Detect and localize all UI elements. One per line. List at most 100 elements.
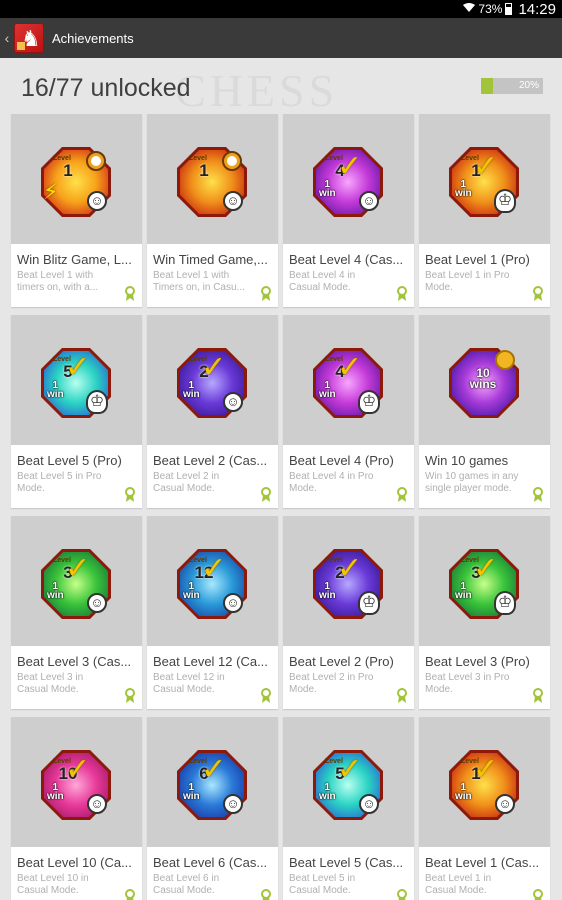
badge-win-label: 1 win	[183, 581, 200, 601]
achievement-card[interactable]: Level 12 ✓ 1 win ☺ Beat Level 12 (Ca... Beat L…	[147, 516, 278, 709]
achievement-card[interactable]: Level 6 ✓ 1 win ☺ Beat Level 6 (Cas... Beat Le…	[147, 717, 278, 900]
badge-win-label: 1 win	[47, 380, 64, 400]
award-ribbon-icon	[260, 487, 272, 503]
checkmark-icon: ✓	[337, 753, 363, 786]
progress-percent: 20%	[518, 80, 539, 91]
checkmark-icon: ✓	[65, 552, 91, 585]
checkmark-icon: ✓	[201, 753, 227, 786]
achievement-badge-icon: Level 1 ✓ 1 win ☺	[449, 750, 519, 820]
achievement-description: Beat Level 1 in Casual Mode.	[425, 873, 492, 896]
achievement-card[interactable]: Level 1 ☺ Win Timed Game,... Beat Level 1 wi…	[147, 114, 278, 307]
checkmark-icon: ✓	[473, 150, 499, 183]
achievement-description: Beat Level 2 in Casual Mode.	[153, 471, 220, 494]
checkmark-icon: ✓	[337, 150, 363, 183]
award-ribbon-icon	[260, 286, 272, 302]
checkmark-icon: ✓	[337, 552, 363, 585]
achievement-card[interactable]: 10 wins Win 10 games Win 10 games in any s…	[419, 315, 550, 508]
achievement-description: Beat Level 4 in Pro Mode.	[289, 471, 374, 494]
pro-face-icon: ♔	[494, 591, 516, 615]
award-ribbon-icon	[396, 487, 408, 503]
achievement-card[interactable]: Level 2 ✓ 1 win ♔ Beat Level 2 (Pro) Beat Leve…	[283, 516, 414, 709]
stopwatch-icon	[86, 151, 106, 171]
award-ribbon-icon	[396, 889, 408, 900]
achievement-description: Beat Level 12 in Casual Mode.	[153, 672, 225, 695]
background-watermark: CHESS	[175, 65, 339, 113]
achievement-card[interactable]: Level 4 ✓ 1 win ♔ Beat Level 4 (Pro) Beat Leve…	[283, 315, 414, 508]
achievement-title: Beat Level 1 (Cas...	[425, 855, 540, 870]
achievement-card[interactable]: Level 1 ✓ 1 win ☺ Beat Level 1 (Cas... Beat Le…	[419, 717, 550, 900]
status-icons: 73% 14:29	[463, 0, 556, 18]
badge-win-label: 1 win	[183, 782, 200, 802]
achievement-image: Level 5 ✓ 1 win ♔	[11, 315, 142, 445]
smiley-icon: ☺	[359, 794, 379, 814]
checkmark-icon: ✓	[201, 351, 227, 384]
achievement-badge-icon: Level 2 ✓ 1 win ♔	[313, 549, 383, 619]
app-logo-icon[interactable]: ♞	[14, 23, 44, 53]
pro-face-icon: ♔	[358, 390, 380, 414]
achievement-card[interactable]: Level 2 ✓ 1 win ☺ Beat Level 2 (Cas... Beat Le…	[147, 315, 278, 508]
achievement-card[interactable]: Level 5 ✓ 1 win ♔ Beat Level 5 (Pro) Beat Leve…	[11, 315, 142, 508]
smiley-icon: ☺	[87, 593, 107, 613]
checkmark-icon: ✓	[473, 753, 499, 786]
smiley-icon: ☺	[87, 191, 107, 211]
smiley-icon: ☺	[223, 392, 243, 412]
award-ribbon-icon	[396, 286, 408, 302]
achievement-title: Beat Level 2 (Pro)	[289, 654, 394, 669]
achievement-card[interactable]: Level 5 ✓ 1 win ☺ Beat Level 5 (Cas... Beat Le…	[283, 717, 414, 900]
unlock-progress-bar: 20%	[481, 78, 543, 94]
achievement-badge-icon: Level 6 ✓ 1 win ☺	[177, 750, 247, 820]
achievement-card[interactable]: Level 1 ✓ 1 win ♔ Beat Level 1 (Pro) Beat Leve…	[419, 114, 550, 307]
badge-win-label: 1 win	[319, 179, 336, 199]
action-bar: ‹ ♞ Achievements	[0, 18, 562, 58]
achievement-card[interactable]: Level 3 ✓ 1 win ♔ Beat Level 3 (Pro) Beat Leve…	[419, 516, 550, 709]
award-ribbon-icon	[396, 688, 408, 704]
achievement-title: Beat Level 3 (Pro)	[425, 654, 530, 669]
achievement-title: Beat Level 5 (Pro)	[17, 453, 122, 468]
pro-face-icon: ♔	[494, 189, 516, 213]
achievement-title: Beat Level 6 (Cas...	[153, 855, 268, 870]
battery-percent: 73%	[478, 2, 503, 16]
achievement-badge-icon: Level 3 ✓ 1 win ☺	[41, 549, 111, 619]
award-ribbon-icon	[124, 286, 136, 302]
back-arrow-icon[interactable]: ‹	[0, 30, 14, 46]
achievement-badge-icon: 10 wins	[449, 348, 519, 418]
pro-face-icon: ♔	[358, 591, 380, 615]
badge-win-label: 1 win	[319, 782, 336, 802]
achievement-image: Level 10 ✓ 1 win ☺	[11, 717, 142, 847]
badge-win-label: 1 win	[47, 782, 64, 802]
badge-win-label: 1 win	[319, 581, 336, 601]
achievement-description: Beat Level 6 in Casual Mode.	[153, 873, 220, 896]
achievement-title: Beat Level 12 (Ca...	[153, 654, 268, 669]
achievement-image: Level 1 ☺	[147, 114, 278, 244]
pro-face-icon: ♔	[86, 390, 108, 414]
achievements-header: CHESS 16/77 unlocked 20%	[0, 58, 562, 113]
achievement-badge-icon: Level 4 ✓ 1 win ☺	[313, 147, 383, 217]
clock-time: 14:29	[518, 0, 556, 18]
achievement-description: Beat Level 1 in Pro Mode.	[425, 270, 510, 293]
achievement-description: Beat Level 2 in Pro Mode.	[289, 672, 374, 695]
checkmark-icon: ✓	[473, 552, 499, 585]
achievement-card[interactable]: Level 3 ✓ 1 win ☺ Beat Level 3 (Cas... Beat Le…	[11, 516, 142, 709]
achievement-card[interactable]: Level 10 ✓ 1 win ☺ Beat Level 10 (Ca... Beat L…	[11, 717, 142, 900]
achievement-image: Level 1 ✓ 1 win ☺	[419, 717, 550, 847]
award-ribbon-icon	[532, 487, 544, 503]
smiley-icon: ☺	[87, 794, 107, 814]
achievement-card[interactable]: Level 4 ✓ 1 win ☺ Beat Level 4 (Cas... Beat Le…	[283, 114, 414, 307]
smiley-icon: ☺	[495, 794, 515, 814]
achievements-grid: Level 1 ⚡ ☺ Win Blitz Game, L... Beat Level 1…	[11, 114, 551, 900]
achievement-card[interactable]: Level 1 ⚡ ☺ Win Blitz Game, L... Beat Level 1…	[11, 114, 142, 307]
unlocked-count: 16/77 unlocked	[21, 74, 191, 102]
progress-fill	[481, 78, 494, 94]
checkmark-icon: ✓	[65, 351, 91, 384]
achievement-badge-icon: Level 1 ☺	[177, 147, 247, 217]
achievement-description: Beat Level 5 in Casual Mode.	[289, 873, 356, 896]
achievement-description: Beat Level 1 with Timers on, in Casu...	[153, 270, 245, 293]
achievement-title: Win Blitz Game, L...	[17, 252, 132, 267]
achievement-image: Level 4 ✓ 1 win ☺	[283, 114, 414, 244]
award-ribbon-icon	[124, 889, 136, 900]
achievement-badge-icon: Level 1 ⚡ ☺	[41, 147, 111, 217]
achievement-title: Beat Level 3 (Cas...	[17, 654, 132, 669]
battery-icon	[505, 3, 513, 15]
achievement-image: 10 wins	[419, 315, 550, 445]
badge-win-label: 1 win	[47, 581, 64, 601]
